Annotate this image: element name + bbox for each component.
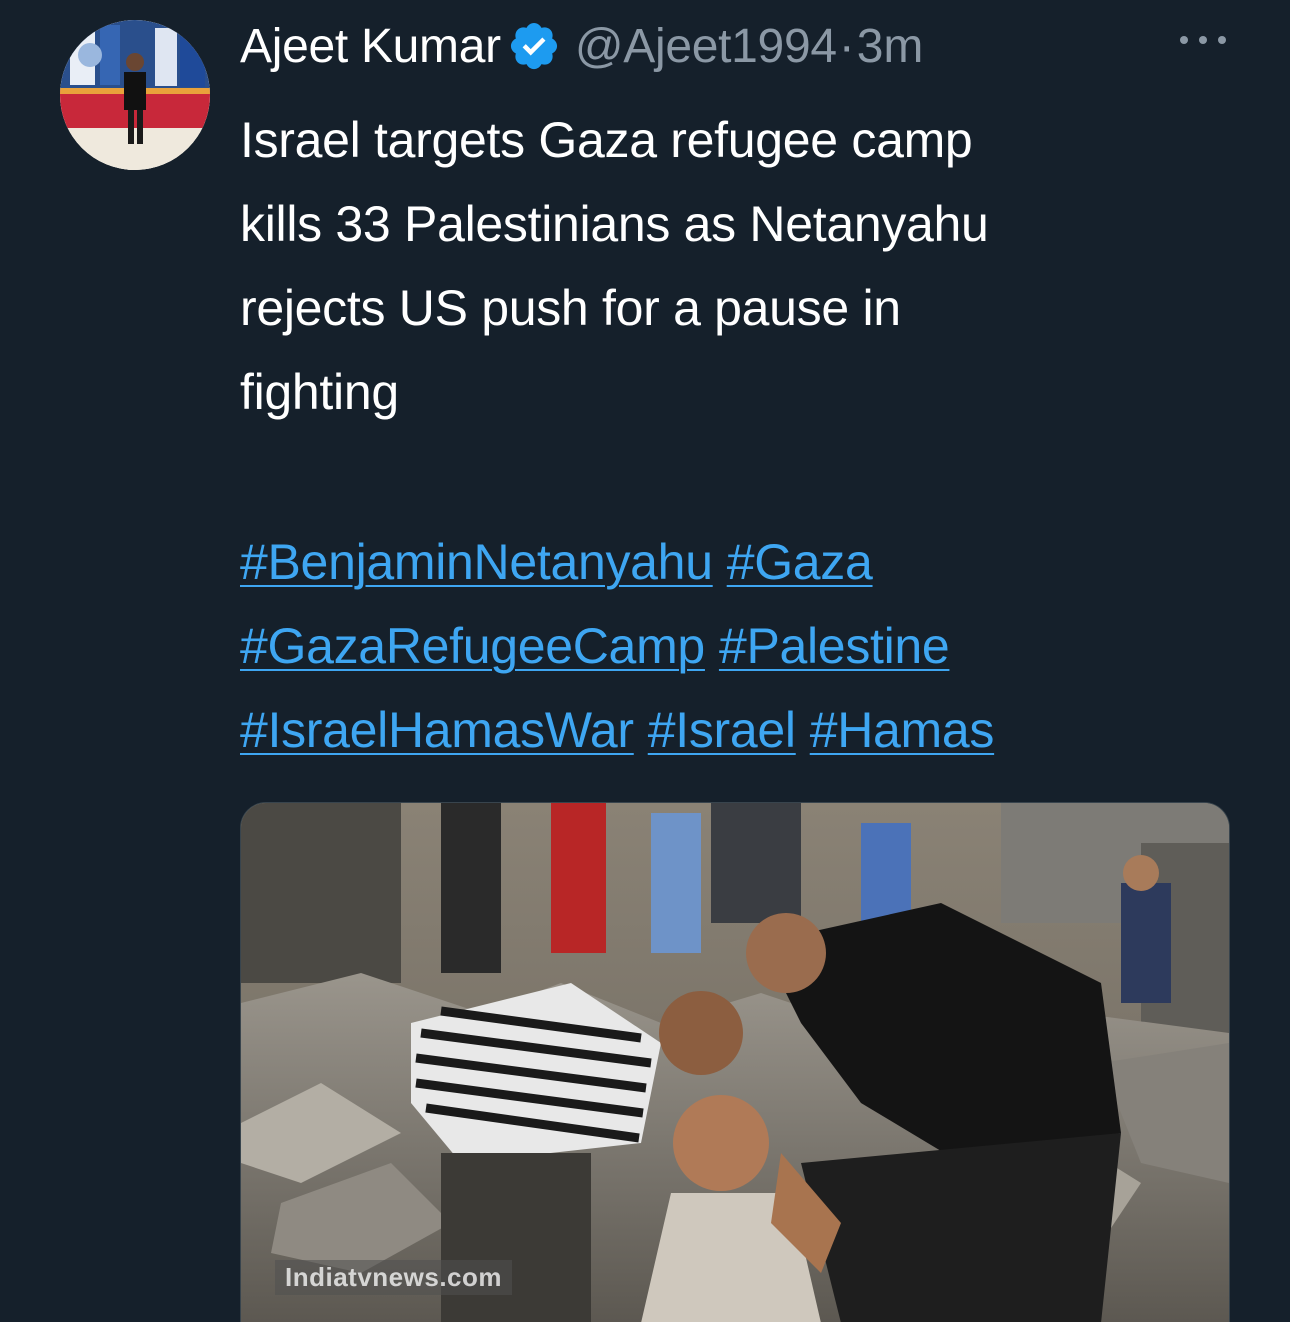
hashtag-link[interactable]: #Hamas — [810, 702, 995, 758]
separator-dot: · — [838, 19, 855, 73]
tweet-header: Ajeet Kumar @Ajeet1994 · 3m — [240, 14, 1250, 78]
tweet-timestamp[interactable]: 3m — [857, 19, 924, 74]
hashtag-link[interactable]: #Israel — [648, 702, 796, 758]
author-avatar[interactable] — [60, 20, 210, 170]
avatar-photo — [60, 20, 210, 170]
hashtag-row: #GazaRefugeeCamp #Palestine — [240, 604, 1260, 688]
hashtag-link[interactable]: #Gaza — [727, 534, 873, 590]
tweet-text-line: kills 33 Palestinians as Netanyahu — [240, 196, 989, 252]
hashtag-link[interactable]: #IsraelHamasWar — [240, 702, 634, 758]
author-handle[interactable]: @Ajeet1994 — [575, 19, 837, 74]
hashtag-row: #BenjaminNetanyahu #Gaza — [240, 520, 1260, 604]
more-options-icon[interactable] — [1180, 20, 1226, 60]
news-photo — [241, 803, 1229, 1322]
tweet-text: Israel targets Gaza refugee camp kills 3… — [240, 98, 1240, 434]
tweet-media-image[interactable]: Indiatvnews.com — [240, 802, 1230, 1322]
hashtag-link[interactable]: #BenjaminNetanyahu — [240, 534, 713, 590]
hashtag-link[interactable]: #Palestine — [719, 618, 950, 674]
tweet-text-line: rejects US push for a pause in — [240, 280, 901, 336]
media-watermark: Indiatvnews.com — [275, 1260, 512, 1295]
display-name[interactable]: Ajeet Kumar — [240, 19, 501, 74]
hashtag-link[interactable]: #GazaRefugeeCamp — [240, 618, 705, 674]
verified-badge-icon — [507, 19, 561, 73]
tweet-text-line: fighting — [240, 364, 399, 420]
tweet-text-line: Israel targets Gaza refugee camp — [240, 112, 973, 168]
hashtag-list: #BenjaminNetanyahu #Gaza #GazaRefugeeCamp… — [240, 520, 1260, 772]
hashtag-row: #IsraelHamasWar #Israel #Hamas — [240, 688, 1260, 772]
